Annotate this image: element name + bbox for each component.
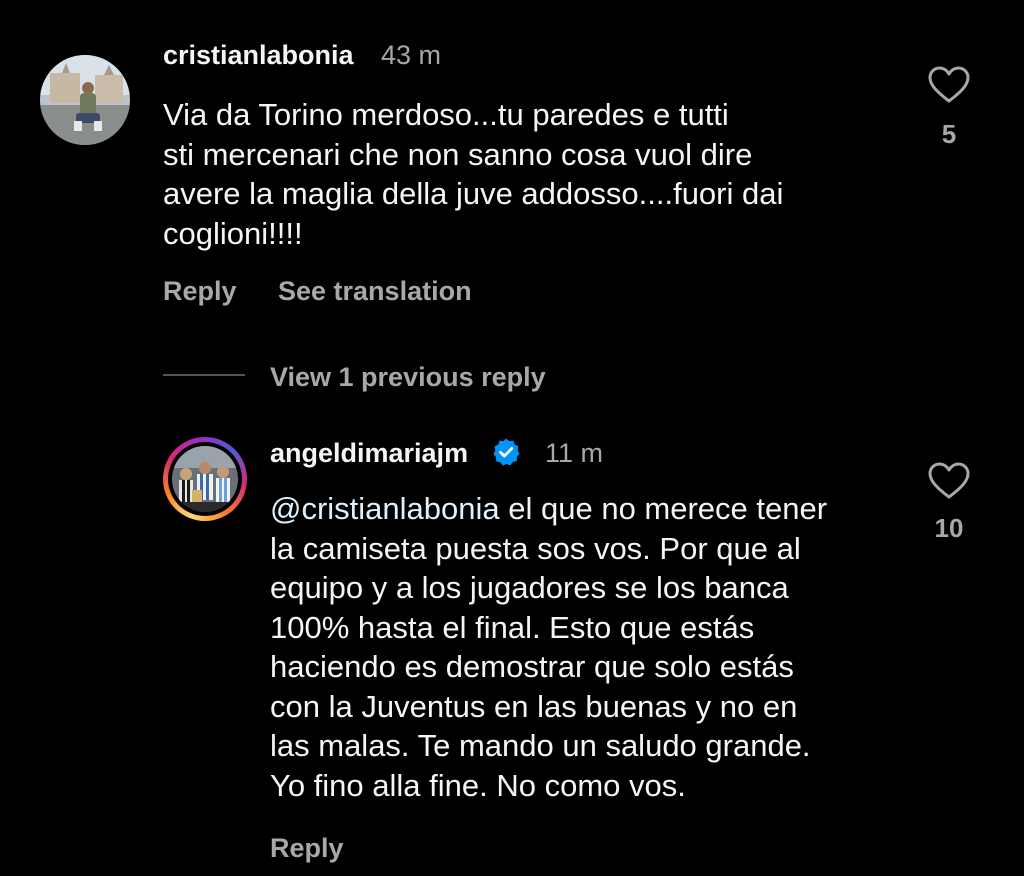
heart-icon xyxy=(928,66,970,103)
comment-like-button[interactable] xyxy=(928,66,970,109)
profile-photo-icon xyxy=(40,55,130,145)
replier-username[interactable]: angeldimariajm xyxy=(270,438,468,469)
comment-text: Via da Torino merdoso...tu paredes e tut… xyxy=(163,97,784,251)
verified-badge xyxy=(491,437,521,472)
reply-reply-button[interactable]: Reply xyxy=(270,833,344,864)
verified-badge-icon xyxy=(493,438,520,466)
thread-divider xyxy=(163,374,245,376)
mention-link[interactable]: @cristianlabonia xyxy=(270,491,500,526)
reply-text: @cristianlabonia el que no merece tener … xyxy=(270,489,910,805)
reply-like-button[interactable] xyxy=(928,462,970,505)
comment-reply-button[interactable]: Reply xyxy=(163,276,237,307)
reply-like-count: 10 xyxy=(934,513,964,543)
comment-like-count: 5 xyxy=(941,119,957,149)
commenter-username[interactable]: cristianlabonia xyxy=(163,40,354,71)
heart-icon xyxy=(928,462,970,499)
see-translation-button[interactable]: See translation xyxy=(278,276,472,307)
profile-photo-with-story-ring-icon xyxy=(172,446,238,512)
reply-timestamp: 11 m xyxy=(545,438,604,468)
replier-avatar[interactable] xyxy=(163,437,247,521)
commenter-avatar[interactable] xyxy=(40,55,130,145)
reply-text-body: el que no merece tener la camiseta puest… xyxy=(270,491,828,803)
comment-timestamp: 43 m xyxy=(381,40,442,70)
view-previous-reply-button[interactable]: View 1 previous reply xyxy=(270,362,546,393)
